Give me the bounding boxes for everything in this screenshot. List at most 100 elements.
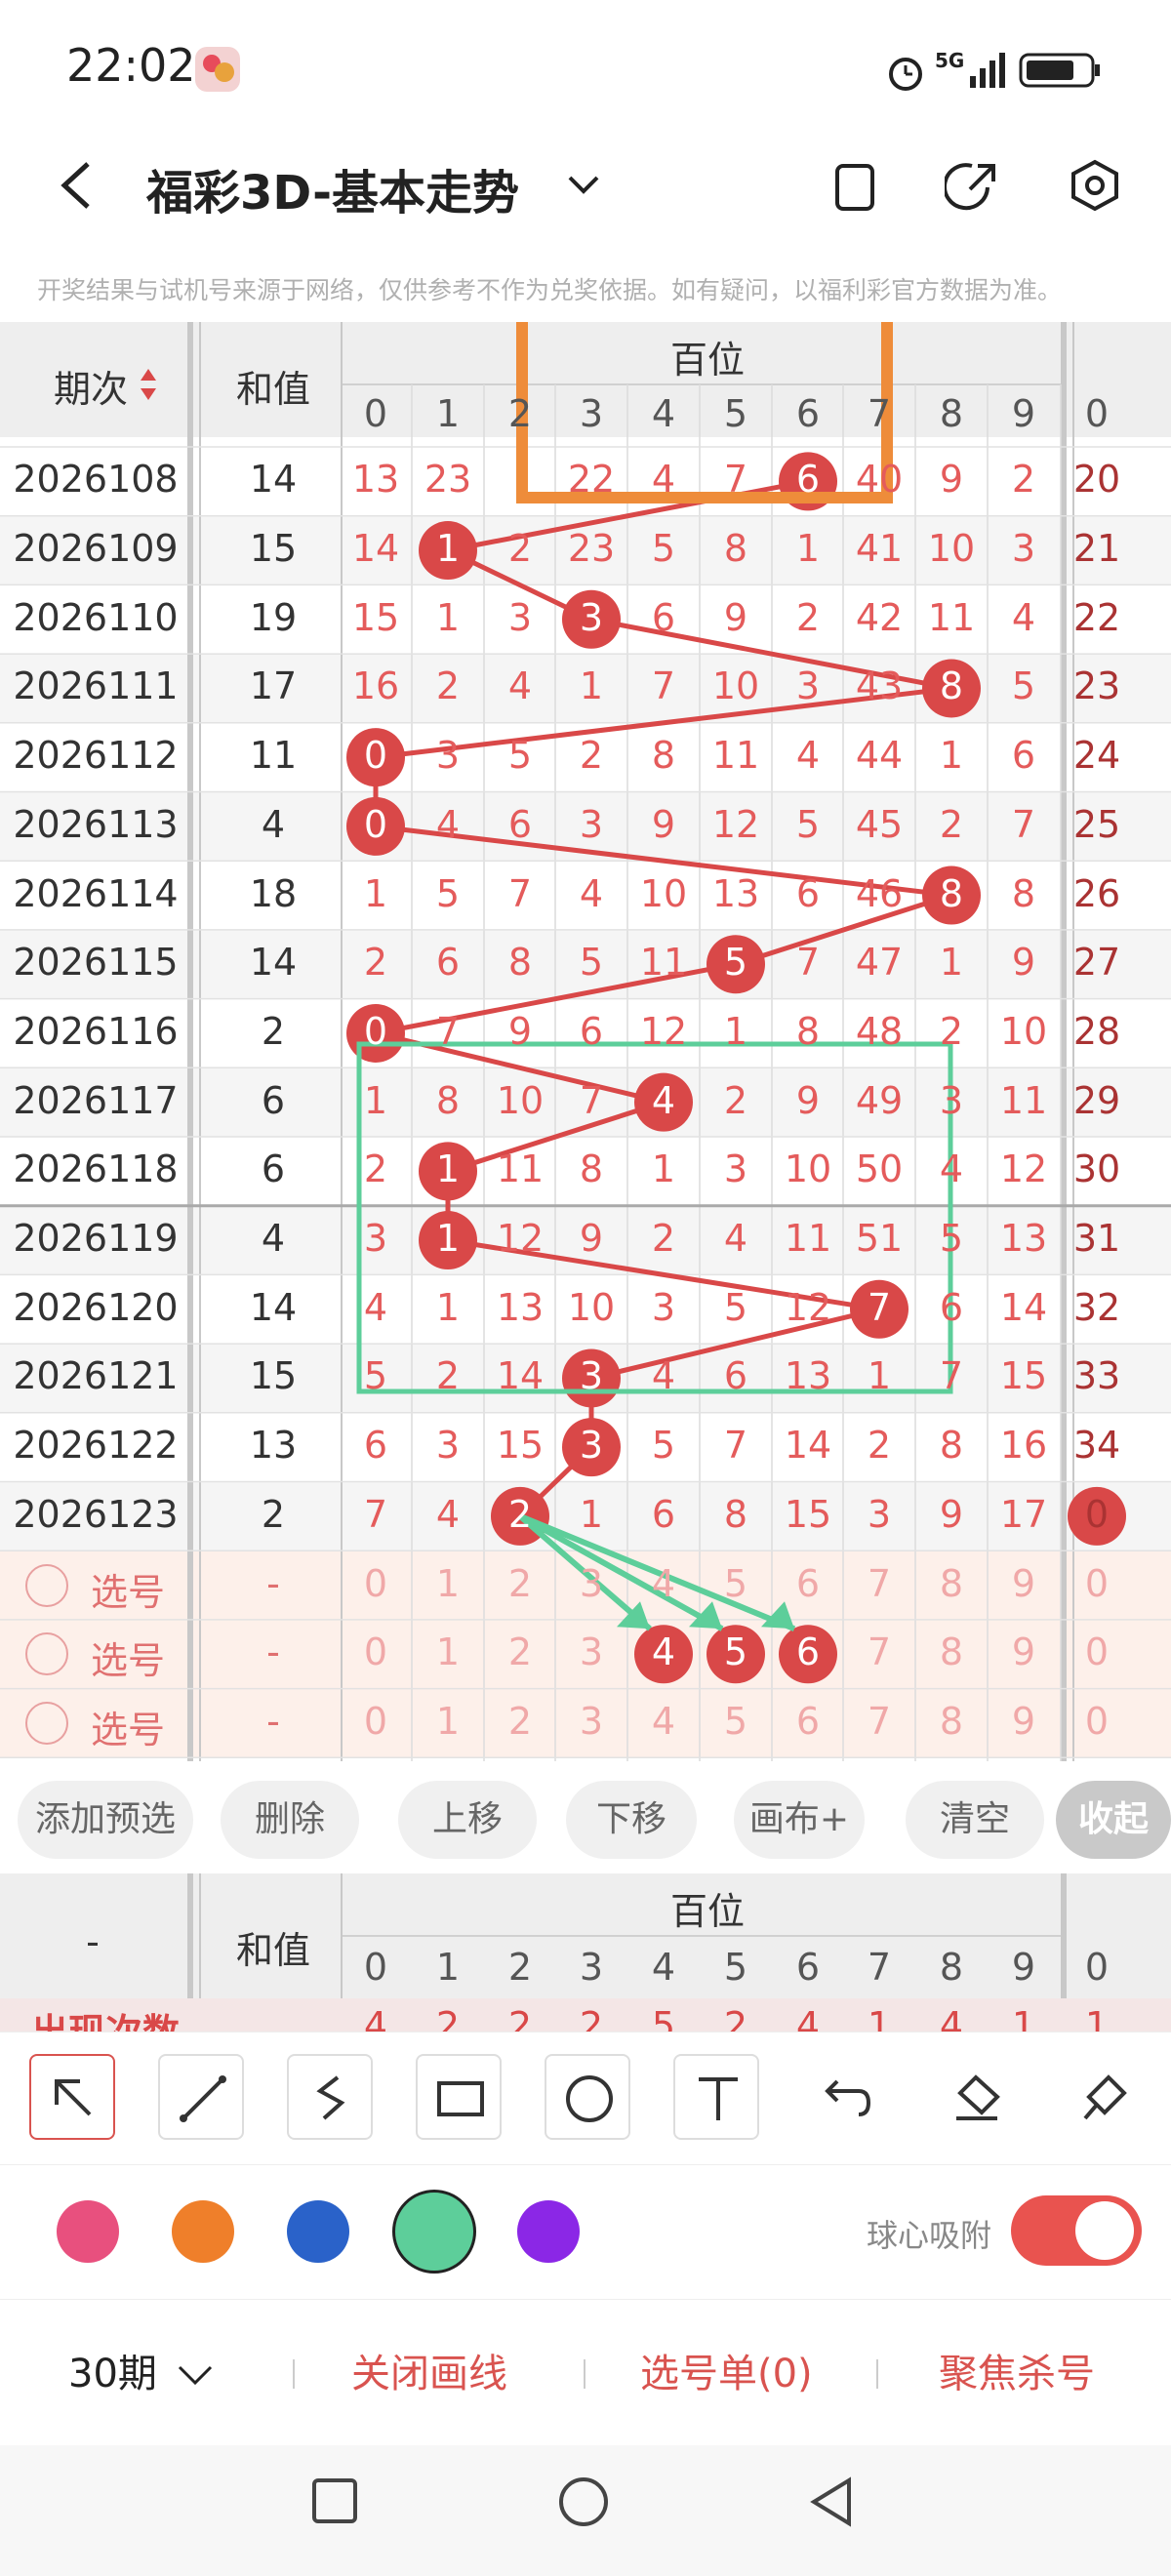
settings-button[interactable] [1066,156,1124,219]
miss-count: 10 [999,1009,1048,1053]
action-button[interactable]: 收起 [1056,1781,1171,1859]
pick-digit[interactable]: 9 [994,1700,1053,1743]
pick-digit[interactable]: 3 [562,1562,621,1605]
picked-number[interactable]: 5 [707,1630,765,1673]
pick-digit[interactable]: 5 [707,1562,765,1605]
pick-label[interactable]: 选号 [84,1562,172,1616]
pick-digit[interactable]: 3 [562,1630,621,1673]
color-swatch[interactable] [392,2190,476,2274]
pick-digit[interactable]: 8 [922,1562,981,1605]
stats-digit-header: 0 [1084,1946,1110,1989]
undo-icon [825,2079,871,2116]
issue-number: 2026111 [13,664,179,708]
pick-digit[interactable]: 9 [994,1630,1053,1673]
pick-digit[interactable]: 3 [562,1700,621,1743]
action-button[interactable]: 删除 [221,1781,359,1859]
action-button[interactable]: 上移 [398,1781,537,1859]
pick-digit[interactable]: 0 [1068,1562,1126,1605]
miss-count: 11 [784,1217,832,1261]
triangle-back-icon [810,2476,851,2527]
pick-digit[interactable]: 1 [419,1700,477,1743]
back-button[interactable] [49,156,107,215]
tool-button[interactable] [158,2054,244,2140]
pick-digit[interactable]: 0 [346,1700,405,1743]
miss-count: 2 [507,527,533,571]
action-button[interactable]: 画布+ [734,1781,865,1859]
picked-number[interactable]: 6 [779,1630,837,1673]
miss-count: 12 [784,1285,832,1329]
miss-count: 3 [435,734,461,778]
tool-button[interactable] [29,2054,115,2140]
sum-value: 18 [249,871,298,915]
ball-number: 1 [435,1217,461,1261]
color-swatch[interactable] [57,2200,119,2263]
miss-count: 12 [711,802,760,846]
pick-radio[interactable] [25,1632,68,1676]
pick-radio[interactable] [25,1563,68,1607]
pick-digit[interactable]: 4 [634,1700,693,1743]
miss-count: 23 [1072,664,1121,708]
miss-count: 3 [723,1147,748,1191]
color-swatch[interactable] [517,2200,580,2263]
picked-number[interactable]: 4 [634,1630,693,1673]
close-lines-button[interactable]: 关闭画线 [351,2342,507,2398]
snap-toggle[interactable] [1011,2195,1142,2266]
pick-digit[interactable]: 7 [850,1630,909,1673]
miss-count: 2 [939,802,964,846]
pick-list-button[interactable]: 选号单(0) [640,2342,813,2398]
pick-digit[interactable]: 5 [707,1700,765,1743]
action-button[interactable]: 清空 [906,1781,1044,1859]
pick-digit[interactable]: 0 [346,1562,405,1605]
share-button[interactable] [943,156,1003,219]
pick-digit[interactable]: 7 [850,1562,909,1605]
miss-count: 2 [1011,458,1036,502]
pick-digit[interactable]: 8 [922,1700,981,1743]
miss-count: 46 [855,871,904,915]
tool-button[interactable] [287,2054,373,2140]
pick-digit[interactable]: 2 [491,1630,549,1673]
color-swatch[interactable] [287,2200,349,2263]
action-button[interactable]: 下移 [566,1781,697,1859]
miss-count: 2 [939,1009,964,1053]
miss-count: 5 [795,802,821,846]
pick-digit[interactable]: 1 [419,1562,477,1605]
pick-digit[interactable]: 1 [419,1630,477,1673]
sort-icon[interactable] [139,365,158,404]
tool-button[interactable] [416,2054,502,2140]
page-title[interactable]: 福彩3D-基本走势 [146,154,519,222]
action-button[interactable]: 添加预选 [18,1781,193,1859]
tool-button[interactable] [545,2054,630,2140]
back-nav-button[interactable] [808,2476,857,2533]
pick-digit[interactable]: 2 [491,1562,549,1605]
tool-button[interactable] [933,2054,1019,2140]
pick-digit[interactable]: 0 [346,1630,405,1673]
period-select[interactable]: 30期 [68,2342,215,2398]
pick-sum: - [266,1630,280,1674]
miss-count: 1 [435,1285,461,1329]
pick-radio[interactable] [25,1701,68,1745]
home-button[interactable] [556,2476,611,2535]
title-dropdown[interactable] [564,170,603,203]
pick-label[interactable]: 选号 [84,1630,172,1684]
recent-apps-button[interactable] [310,2476,359,2529]
tool-button[interactable] [1062,2054,1148,2140]
pick-digit[interactable]: 4 [634,1562,693,1605]
pick-digit[interactable]: 2 [491,1700,549,1743]
tool-button[interactable] [673,2054,759,2140]
doc-button[interactable] [829,156,884,219]
pick-digit[interactable]: 0 [1068,1700,1126,1743]
pick-digit[interactable]: 9 [994,1562,1053,1605]
pick-digit[interactable]: 0 [1068,1630,1126,1673]
pick-digit[interactable]: 7 [850,1700,909,1743]
stats-digit-header: 9 [1011,1946,1036,1989]
pick-digit[interactable]: 6 [779,1562,837,1605]
header-issue[interactable]: 期次 [27,359,154,413]
ball-number: 3 [579,1424,604,1468]
color-swatch[interactable] [172,2200,234,2263]
pick-digit[interactable]: 8 [922,1630,981,1673]
focus-kill-button[interactable]: 聚焦杀号 [939,2342,1095,2398]
miss-count: 7 [1011,802,1036,846]
tool-button[interactable] [802,2054,888,2140]
pick-digit[interactable]: 6 [779,1700,837,1743]
pick-label[interactable]: 选号 [84,1700,172,1753]
